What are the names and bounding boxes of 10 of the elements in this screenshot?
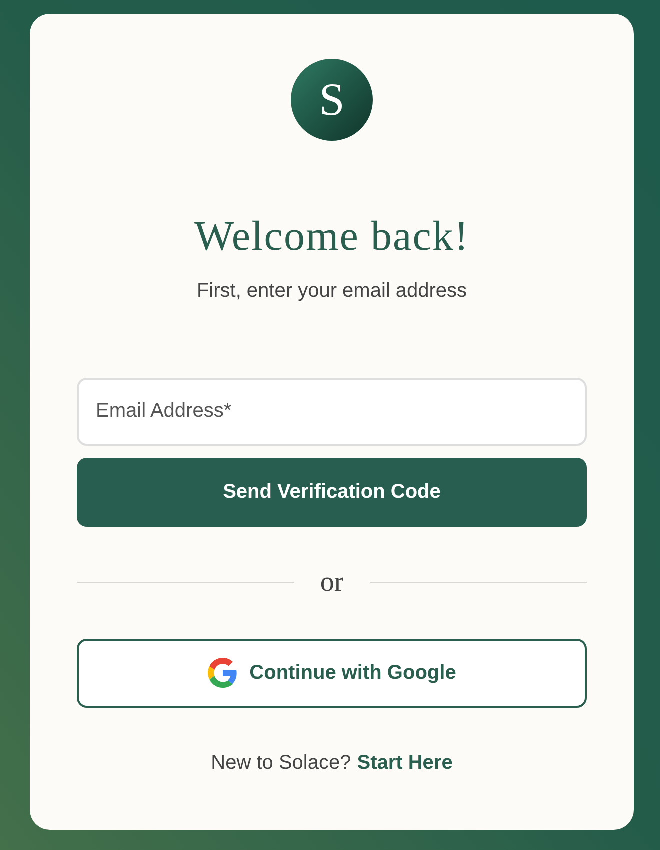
start-here-link[interactable]: Start Here xyxy=(357,748,453,778)
logo: S xyxy=(291,59,373,141)
subheading: First, enter your email address xyxy=(196,278,468,304)
heading: Welcome back! xyxy=(194,213,470,262)
google-icon xyxy=(208,658,238,688)
signup-prompt: New to Solace? xyxy=(211,750,352,776)
send-code-button[interactable]: Send Verification Code xyxy=(77,458,587,526)
email-field[interactable]: Email Address* xyxy=(77,378,587,446)
divider-label: or xyxy=(320,568,344,596)
google-button[interactable]: Continue with Google xyxy=(77,638,587,708)
